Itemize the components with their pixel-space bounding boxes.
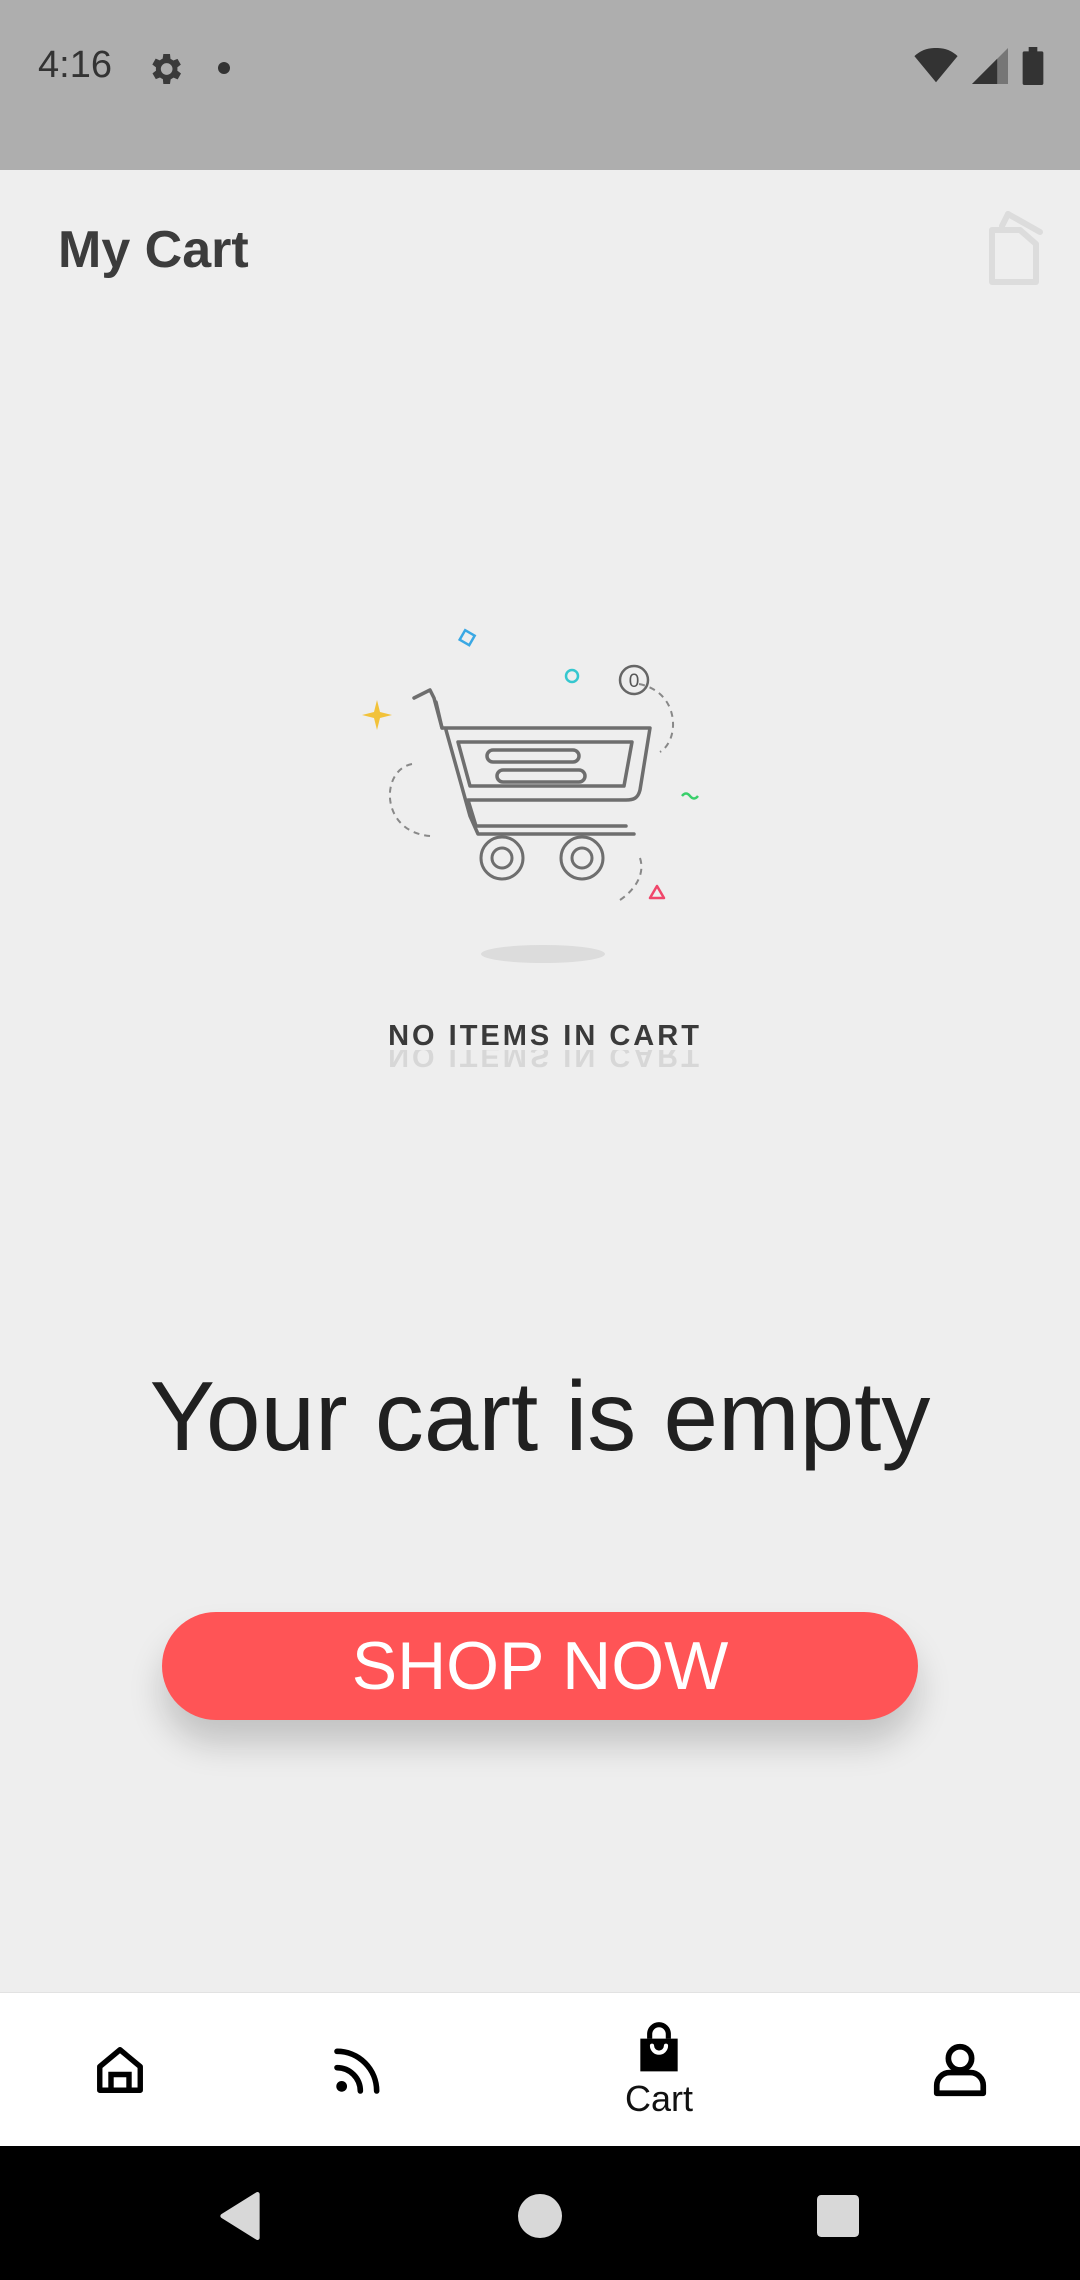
nav-item-home[interactable] [20,1993,220,2147]
nav-item-cart[interactable]: Cart [559,1993,759,2147]
status-bar: 4:16 [0,0,1080,170]
cart-wheels [479,835,605,881]
system-nav-bar [0,2146,1080,2280]
status-time: 4:16 [38,44,112,86]
empty-cart-illustration: 0 [362,628,699,963]
app-header: My Cart [0,170,1080,330]
shopping-bag-icon [640,2022,678,2072]
illustration-caption: NO ITEMS IN CART [388,1020,702,1052]
confetti-squiggle [681,792,699,800]
system-back-button[interactable] [200,2176,280,2256]
illustration-caption-reflection: NO ITEMS IN CART [388,1050,702,1072]
back-icon [220,2192,260,2240]
cart-shadow [481,945,605,963]
system-recents-button[interactable] [798,2176,878,2256]
sparkle-icon [362,700,392,730]
nav-item-cart-label: Cart [624,2078,693,2119]
shop-now-button[interactable]: SHOP NOW [162,1612,918,1720]
clear-cart-icon[interactable] [984,210,1044,286]
nav-item-profile[interactable] [860,1993,1060,2147]
profile-icon [933,2043,987,2097]
system-home-button[interactable] [500,2176,580,2256]
recents-icon [817,2195,859,2237]
cart-count-text: 0 [629,671,640,692]
home-icon [97,2047,143,2093]
confetti-triangle [648,884,666,900]
feed-icon [334,2048,380,2094]
gear-icon [152,54,181,84]
battery-icon [1022,47,1044,85]
empty-cart-heading: Your cart is empty [149,1361,931,1471]
status-icons [914,46,1044,86]
page-title: My Cart [58,221,249,279]
confetti-diamond [457,628,477,647]
confetti-circle [564,668,580,684]
signal-icon [972,48,1008,84]
wifi-icon [914,48,958,83]
bottom-nav: Cart [0,1992,1080,2147]
nav-item-feed[interactable] [258,1993,458,2147]
cart-icon [412,688,652,836]
notification-dot-icon [218,62,230,74]
home-circle-icon [518,2194,562,2238]
